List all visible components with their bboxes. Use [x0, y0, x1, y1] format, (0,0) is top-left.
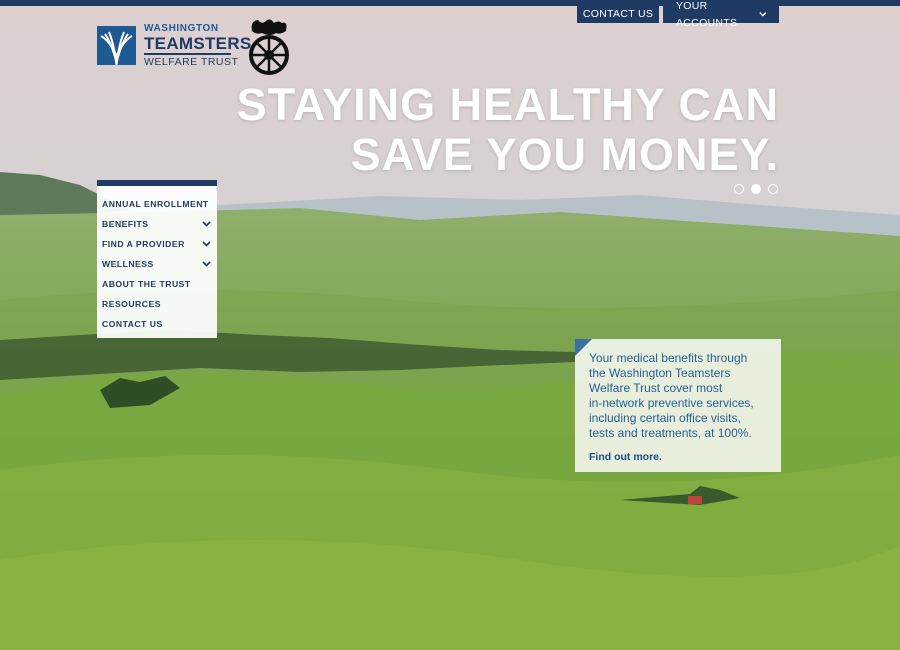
teamsters-emblem-icon	[249, 19, 289, 75]
contact-us-button[interactable]: CONTACT US	[577, 6, 659, 23]
promo-info-card: Your medical benefits through the Washin…	[575, 339, 781, 472]
card-corner-accent	[575, 339, 592, 356]
carousel-pagination	[734, 184, 778, 194]
nav-item-benefits[interactable]: BENEFITS	[97, 214, 217, 234]
nav-item-label: ABOUT THE TRUST	[102, 279, 191, 289]
nav-item-label: BENEFITS	[102, 219, 149, 229]
logo-line-welfare-trust: WELFARE TRUST	[144, 55, 239, 68]
nav-item-contact-us[interactable]: CONTACT US	[97, 314, 217, 334]
promo-card-line: including certain office visits,	[589, 411, 741, 425]
promo-card-line: tests and treatments, at 100%.	[589, 426, 752, 440]
your-accounts-dropdown[interactable]: YOUR ACCOUNTS	[663, 0, 779, 29]
chevron-down-icon[interactable]	[202, 261, 211, 267]
site-logo[interactable]: WASHINGTON TEAMSTERS WELFARE TRUST	[97, 23, 252, 68]
nav-item-about-the-trust[interactable]: ABOUT THE TRUST	[97, 274, 217, 294]
promo-card-line: the Washington Teamsters	[589, 366, 731, 380]
hero-heading: STAYING HEALTHY CAN SAVE YOU MONEY.	[237, 80, 779, 180]
hero-heading-line-2: SAVE YOU MONEY.	[350, 129, 779, 180]
nav-item-resources[interactable]: RESOURCES	[97, 294, 217, 314]
find-out-more-link[interactable]: Find out more.	[589, 451, 769, 463]
carousel-dot-3[interactable]	[768, 184, 778, 194]
utility-nav: CONTACT US YOUR ACCOUNTS	[577, 0, 779, 29]
nav-item-wellness[interactable]: WELLNESS	[97, 254, 217, 274]
chevron-down-icon	[759, 12, 767, 17]
promo-card-text: Your medical benefits through the Washin…	[589, 351, 769, 441]
main-sidebar-nav: ANNUAL ENROLLMENT BENEFITS FIND A PROVID…	[97, 180, 217, 338]
contact-us-label: CONTACT US	[582, 8, 654, 20]
nav-item-label: ANNUAL ENROLLMENT	[102, 199, 209, 209]
nav-item-annual-enrollment[interactable]: ANNUAL ENROLLMENT	[97, 194, 217, 214]
logo-line-teamsters: TEAMSTERS	[144, 34, 252, 53]
nav-item-label: FIND A PROVIDER	[102, 239, 185, 249]
nav-item-find-a-provider[interactable]: FIND A PROVIDER	[97, 234, 217, 254]
chevron-down-icon[interactable]	[202, 221, 211, 227]
chevron-down-icon[interactable]	[202, 241, 211, 247]
carousel-dot-2[interactable]	[751, 184, 761, 194]
logo-divider	[144, 53, 231, 55]
trust-logo-mark-icon	[97, 26, 136, 65]
your-accounts-label: YOUR ACCOUNTS	[676, 0, 738, 29]
promo-card-line: Your medical benefits through	[589, 351, 748, 365]
hero-heading-line-1: STAYING HEALTHY CAN	[236, 79, 779, 130]
nav-item-label: RESOURCES	[102, 299, 161, 309]
nav-item-label: WELLNESS	[102, 259, 154, 269]
promo-card-line: Welfare Trust cover most	[589, 381, 723, 395]
promo-card-line: in-network preventive services,	[589, 396, 754, 410]
carousel-dot-1[interactable]	[734, 184, 744, 194]
nav-item-label: CONTACT US	[102, 319, 163, 329]
